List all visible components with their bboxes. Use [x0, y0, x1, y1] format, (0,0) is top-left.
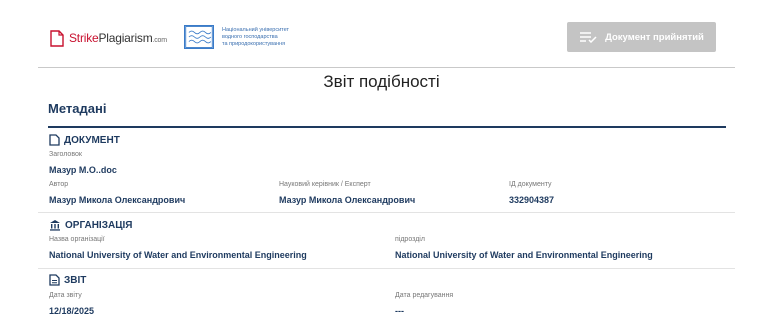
list-check-icon	[580, 32, 597, 43]
page-title: Звіт подібності	[323, 72, 440, 91]
supervisor-label: Науковий керівник / Експерт	[279, 181, 371, 188]
header: StrikePlagiarism.com Національний універ…	[0, 0, 763, 68]
edit-date-label: Дата редагування	[395, 292, 454, 299]
report-date-label: Дата звіту	[49, 292, 82, 299]
title-value: Мазур М.О..doc	[49, 165, 117, 175]
university-name: Національний університет водного господа…	[222, 27, 332, 48]
document-id-value: 332904387	[509, 195, 555, 205]
university-line-3: та природокористування	[222, 40, 286, 47]
section-divider	[38, 268, 735, 269]
section-divider	[38, 212, 735, 213]
strikeplagiarism-logo[interactable]: StrikePlagiarism.com	[50, 26, 167, 50]
header-divider	[38, 67, 735, 68]
report-date-value: 12/18/2025	[49, 306, 95, 316]
institution-icon	[50, 220, 60, 231]
university-line-1: Національний університет	[222, 26, 290, 33]
university-logo: Національний університет водного господа…	[184, 25, 332, 49]
document-accepted-button[interactable]: Документ прийнятий	[567, 22, 716, 52]
report-icon	[49, 274, 60, 286]
document-id-label: ІД документу	[509, 181, 552, 188]
university-line-2: водного господарства	[222, 33, 278, 40]
metadata-divider	[48, 126, 726, 128]
organization-name-value: National University of Water and Environ…	[49, 250, 307, 260]
document-logo-icon	[50, 29, 64, 47]
supervisor-value: Мазур Микола Олександрович	[279, 195, 416, 205]
title-label: Заголовок	[49, 151, 82, 158]
author-label: Автор	[49, 181, 69, 188]
subdivision-value: National University of Water and Environ…	[395, 250, 653, 260]
report-section-heading: ЗВІТ	[49, 274, 86, 286]
organization-section-heading: ОРГАНІЗАЦІЯ	[49, 219, 132, 231]
university-waves-icon	[184, 25, 214, 49]
author-value: Мазур Микола Олександрович	[49, 195, 186, 205]
organization-name-label: Назва організації	[49, 236, 105, 243]
subdivision-label: підрозділ	[395, 236, 425, 243]
document-icon	[49, 134, 60, 146]
edit-date-value: ---	[395, 306, 404, 316]
document-section-heading: ДОКУМЕНТ	[49, 134, 120, 146]
accept-button-label: Документ прийнятий	[605, 31, 704, 43]
brand-name: StrikePlagiarism.com	[69, 31, 167, 45]
metadata-heading: Метадані	[48, 101, 107, 116]
